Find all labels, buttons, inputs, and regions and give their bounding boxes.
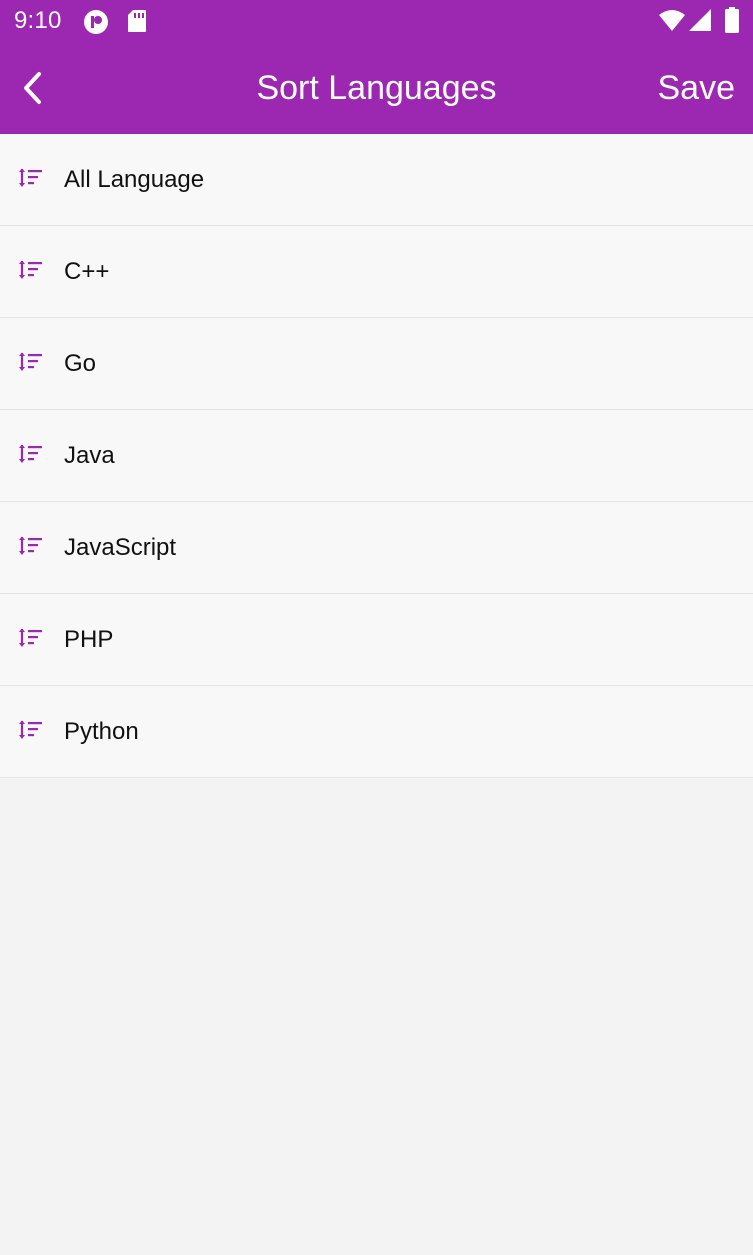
- list-item-label: Java: [64, 442, 115, 469]
- sd-card-icon: [127, 9, 147, 38]
- sort-icon[interactable]: [18, 627, 44, 649]
- list-item[interactable]: Python: [0, 686, 753, 778]
- notification-app-icon: [83, 9, 109, 40]
- chevron-left-icon: [24, 72, 41, 104]
- list-item-label: PHP: [64, 626, 114, 653]
- list-item[interactable]: Go: [0, 318, 753, 410]
- sort-icon[interactable]: [18, 535, 44, 557]
- list-item[interactable]: PHP: [0, 594, 753, 686]
- language-list: All Language C++ Go Java JavaScript PHP …: [0, 134, 753, 778]
- wifi-icon: [658, 8, 686, 37]
- status-time: 9:10: [14, 7, 62, 34]
- signal-icon: [688, 8, 712, 37]
- back-button[interactable]: [0, 42, 64, 134]
- status-bar: 9:10: [0, 0, 753, 42]
- sort-icon[interactable]: [18, 443, 44, 465]
- list-item-label: Go: [64, 350, 97, 377]
- list-item-label: All Language: [64, 166, 205, 193]
- sort-icon[interactable]: [18, 259, 44, 281]
- save-button[interactable]: Save: [658, 42, 736, 134]
- sort-icon[interactable]: [18, 351, 44, 373]
- page-title: Sort Languages: [256, 69, 497, 107]
- list-item[interactable]: Java: [0, 410, 753, 502]
- list-item[interactable]: All Language: [0, 134, 753, 226]
- sort-icon[interactable]: [18, 719, 44, 741]
- list-item-label: JavaScript: [64, 534, 177, 561]
- battery-icon: [724, 6, 740, 39]
- app-root: 9:10 Sort Languages Save All Language C+…: [0, 0, 753, 1255]
- app-toolbar: Sort Languages Save: [0, 42, 753, 134]
- list-item-label: Python: [64, 718, 139, 745]
- list-item-label: C++: [64, 258, 110, 285]
- list-item[interactable]: C++: [0, 226, 753, 318]
- list-item[interactable]: JavaScript: [0, 502, 753, 594]
- sort-icon[interactable]: [18, 167, 44, 189]
